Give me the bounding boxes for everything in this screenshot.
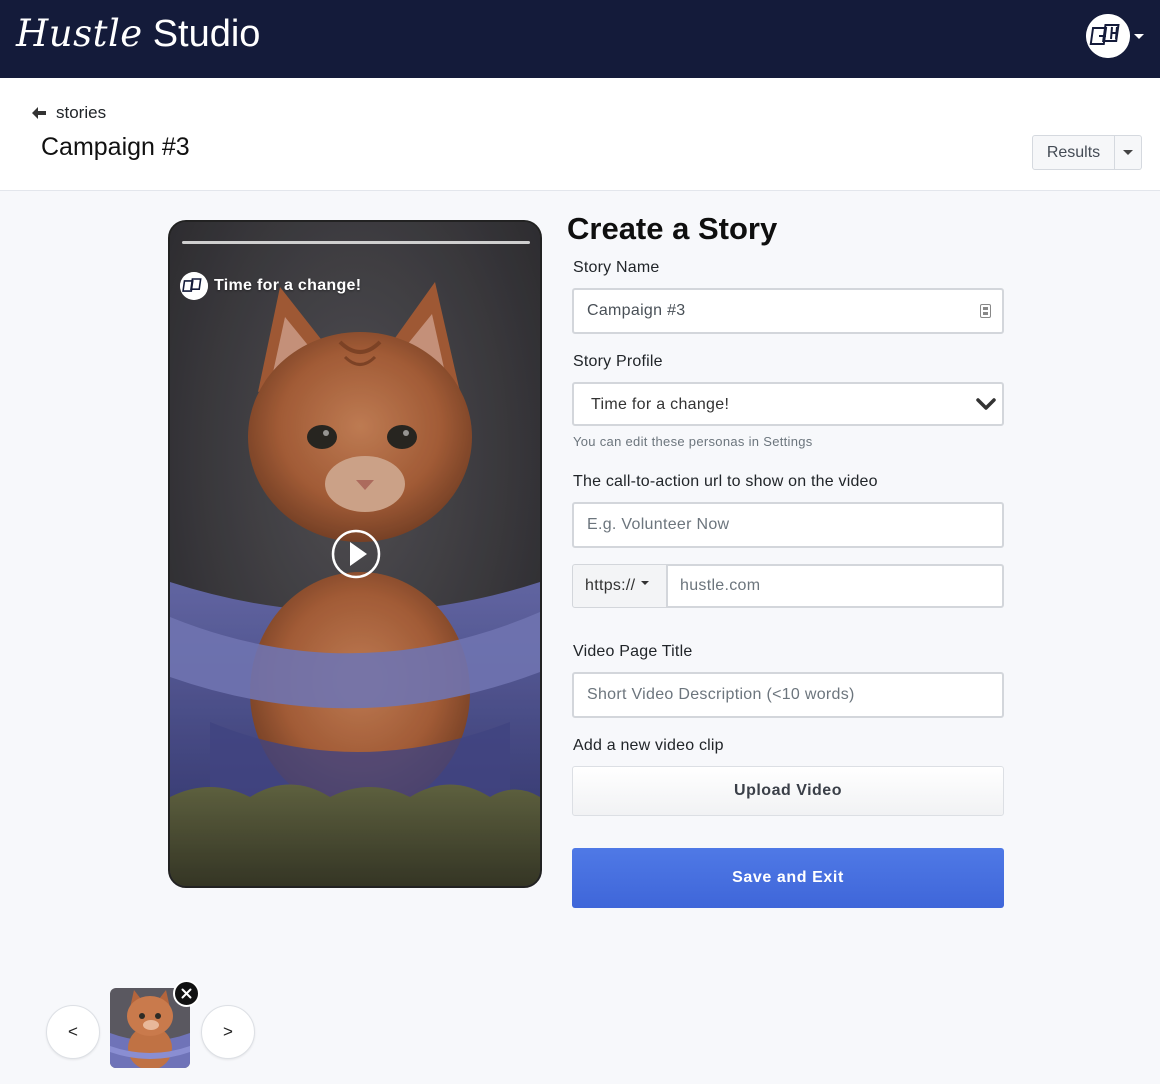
brand-logo[interactable]: Hustle Studio xyxy=(16,12,260,56)
hustle-logo-icon xyxy=(1086,14,1130,58)
next-clip-button[interactable]: > xyxy=(201,1005,255,1059)
url-protocol-dropdown[interactable]: https:// xyxy=(572,564,667,608)
arrow-left-icon xyxy=(32,107,46,119)
results-button-group: Results xyxy=(1032,135,1142,170)
story-profile-select[interactable]: Time for a change! xyxy=(572,382,1004,426)
results-button[interactable]: Results xyxy=(1032,135,1115,170)
story-profile-header: Time for a change! xyxy=(180,272,361,300)
prev-clip-button[interactable]: < xyxy=(46,1005,100,1059)
story-title: Time for a change! xyxy=(214,277,362,294)
url-protocol-value: https:// xyxy=(585,577,636,594)
story-name-input[interactable] xyxy=(572,288,1004,334)
chevron-down-icon xyxy=(976,398,996,410)
brand-hustle: Hustle xyxy=(16,12,143,55)
save-and-exit-button[interactable]: Save and Exit xyxy=(572,848,1004,908)
form-title: Create a Story xyxy=(567,211,778,246)
video-title-input[interactable] xyxy=(572,672,1004,718)
back-link-label: stories xyxy=(56,103,107,122)
caret-down-icon xyxy=(641,581,650,585)
password-manager-icon[interactable] xyxy=(980,304,991,318)
page-header: stories Campaign #3 Results xyxy=(0,78,1160,191)
back-to-stories-link[interactable]: stories xyxy=(32,103,106,123)
cta-url-group: https:// xyxy=(572,564,1004,608)
cta-url-input[interactable] xyxy=(667,564,1004,608)
cta-text-input[interactable] xyxy=(572,502,1004,548)
cta-label: The call-to-action url to show on the vi… xyxy=(573,473,878,490)
chevron-down-icon xyxy=(1134,34,1144,39)
play-icon[interactable] xyxy=(331,529,381,579)
results-dropdown-toggle[interactable] xyxy=(1115,135,1142,170)
upload-video-button[interactable]: Upload Video xyxy=(572,766,1004,816)
top-navbar: Hustle Studio xyxy=(0,0,1160,78)
hustle-logo-icon xyxy=(180,272,208,300)
story-profile-label: Story Profile xyxy=(573,353,663,370)
story-profile-help-text: You can edit these personas in Settings xyxy=(573,434,813,449)
video-title-label: Video Page Title xyxy=(573,643,693,660)
story-name-label: Story Name xyxy=(573,259,660,276)
page-title: Campaign #3 xyxy=(41,133,190,161)
brand-studio: Studio xyxy=(152,13,261,55)
caret-down-icon xyxy=(1123,150,1133,155)
clip-label: Add a new video clip xyxy=(573,737,724,754)
story-profile-value: Time for a change! xyxy=(591,396,730,413)
user-menu[interactable] xyxy=(1086,14,1146,58)
close-icon[interactable] xyxy=(173,980,200,1007)
story-preview-phone: Time for a change! xyxy=(168,220,542,888)
story-progress-bar xyxy=(182,241,530,244)
